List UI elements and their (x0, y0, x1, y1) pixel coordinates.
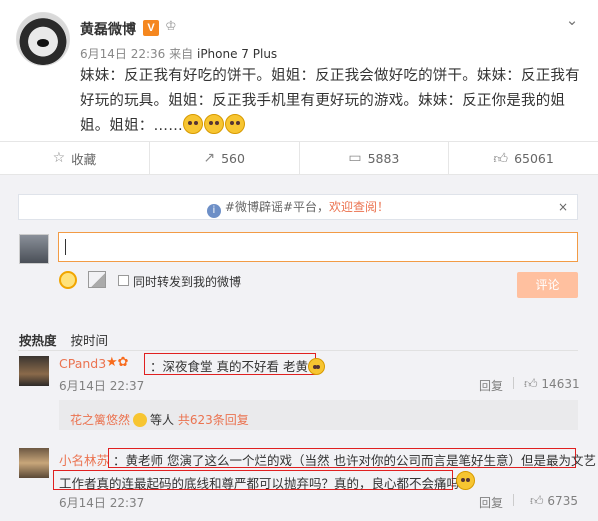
commenter-name[interactable]: CPand3 (59, 356, 106, 371)
close-icon[interactable]: × (558, 195, 568, 219)
comment-time: 6月14日 22:37 (59, 496, 145, 510)
notice-tag[interactable]: #微博辟谣#平台， (225, 200, 329, 214)
emoji-icon (182, 114, 203, 134)
post-meta: 6月14日 22:36 来自 iPhone 7 Plus (80, 45, 277, 62)
sort-tabs: 按热度 按时间 (19, 330, 108, 349)
divider (513, 377, 514, 389)
notice-link[interactable]: 欢迎查阅！ (329, 200, 389, 214)
comment-text-line1: ：黄老师 您演了这么一个烂的戏（当然 也许对你的公司而言是笔好生意）但是最为文艺 (113, 453, 596, 468)
sub-replies-text: 花之篱悠然 等人 共623条回复 (70, 411, 249, 428)
forward-checkbox-label: 同时转发到我的微博 (133, 275, 242, 289)
reply-button[interactable]: 回复 (479, 377, 503, 394)
my-avatar[interactable] (19, 234, 49, 264)
text-caret (65, 239, 66, 255)
author-name[interactable]: 黄磊微博 (80, 19, 136, 39)
thumbs-up-icon: 👍︎ (493, 150, 509, 167)
rumor-notice: i #微博辟谣#平台，欢迎查阅！ × (18, 194, 578, 220)
tab-sort-hot[interactable]: 按热度 (19, 333, 57, 348)
forward-checkbox[interactable] (118, 275, 129, 286)
forward-icon: ↗ (203, 150, 216, 166)
commenter-name[interactable]: 小名林苏 (59, 450, 109, 469)
emoji-icon (456, 471, 475, 490)
favorite-button[interactable]: ☆ 收藏 (0, 142, 150, 174)
forward-button[interactable]: ↗ 560 (150, 142, 300, 174)
comment-time: 6月14日 22:37 (59, 379, 145, 393)
crown-icon: ♔ (165, 19, 177, 34)
sub-reply-others: 等人 (150, 413, 175, 427)
comment-button[interactable]: ▭ 5883 (300, 142, 450, 174)
post-content: 妹妹：反正我有好吃的饼干。姐姐：反正我会做好吃的饼干。妹妹：反正我有好玩的玩具。… (80, 64, 580, 139)
emoji-picker-icon[interactable] (59, 271, 77, 289)
comment-body: 工作者真的连最起码的底线和尊严都可以抛弃吗？真的，良心都不会痛吗？ (59, 476, 472, 491)
source-prefix: 来自 (169, 47, 194, 61)
badge-icon (133, 413, 148, 427)
star-icon: ☆ (52, 150, 66, 166)
commenter-avatar[interactable] (19, 448, 49, 478)
comment-count: 5883 (367, 150, 400, 166)
tab-sort-time[interactable]: 按时间 (71, 333, 109, 348)
commenter-avatar[interactable] (19, 356, 49, 386)
thumbs-up-icon: 👍︎ (524, 377, 538, 392)
comment-icon: ▭ (348, 150, 362, 166)
comment-like-button[interactable]: 👍︎ 6735 (530, 494, 578, 509)
emoji-icon (224, 114, 245, 134)
submit-comment-button[interactable]: 评论 (517, 272, 578, 298)
post-action-bar: ☆ 收藏 ↗ 560 ▭ 5883 👍︎ 65061 (0, 141, 598, 175)
like-button[interactable]: 👍︎ 65061 (449, 142, 598, 174)
comment-like-button[interactable]: 👍︎ 14631 (524, 377, 580, 392)
emoji-icon (307, 358, 325, 375)
divider (513, 494, 514, 506)
comment-body: ：深夜食堂 真的不好看 老黄 (150, 359, 308, 374)
verified-badge-icon: V (143, 20, 159, 36)
favorite-label: 收藏 (71, 151, 97, 167)
reply-button[interactable]: 回复 (479, 494, 503, 511)
post-text: 妹妹：反正我有好吃的饼干。姐姐：反正我会做好吃的饼干。妹妹：反正我有好玩的玩具。… (80, 68, 580, 134)
view-replies-link[interactable]: 共623条回复 (178, 413, 249, 427)
chevron-down-icon[interactable]: ⌄ (562, 10, 582, 30)
post-source: iPhone 7 Plus (196, 47, 278, 61)
comment-text-line2: 工作者真的连最起码的底线和尊严都可以抛弃吗？真的，良心都不会痛吗？ (59, 473, 472, 492)
like-count: 65061 (514, 150, 554, 166)
forward-count: 560 (221, 150, 245, 166)
emoji-icon (203, 114, 224, 134)
info-icon: i (206, 204, 221, 218)
comment-text: ：深夜食堂 真的不好看 老黄 (150, 356, 326, 375)
comment-like-count: 6735 (547, 494, 578, 508)
post-time[interactable]: 6月14日 22:36 (80, 47, 165, 61)
comment-like-count: 14631 (541, 377, 580, 391)
sub-reply-user[interactable]: 花之篱悠然 (70, 413, 130, 427)
thumbs-up-icon: 👍︎ (530, 494, 544, 509)
comment-input[interactable] (58, 232, 578, 262)
author-avatar[interactable] (16, 12, 70, 66)
vip-icon: ★✿ (106, 355, 129, 370)
divider (18, 350, 578, 351)
image-upload-icon[interactable] (88, 271, 106, 288)
